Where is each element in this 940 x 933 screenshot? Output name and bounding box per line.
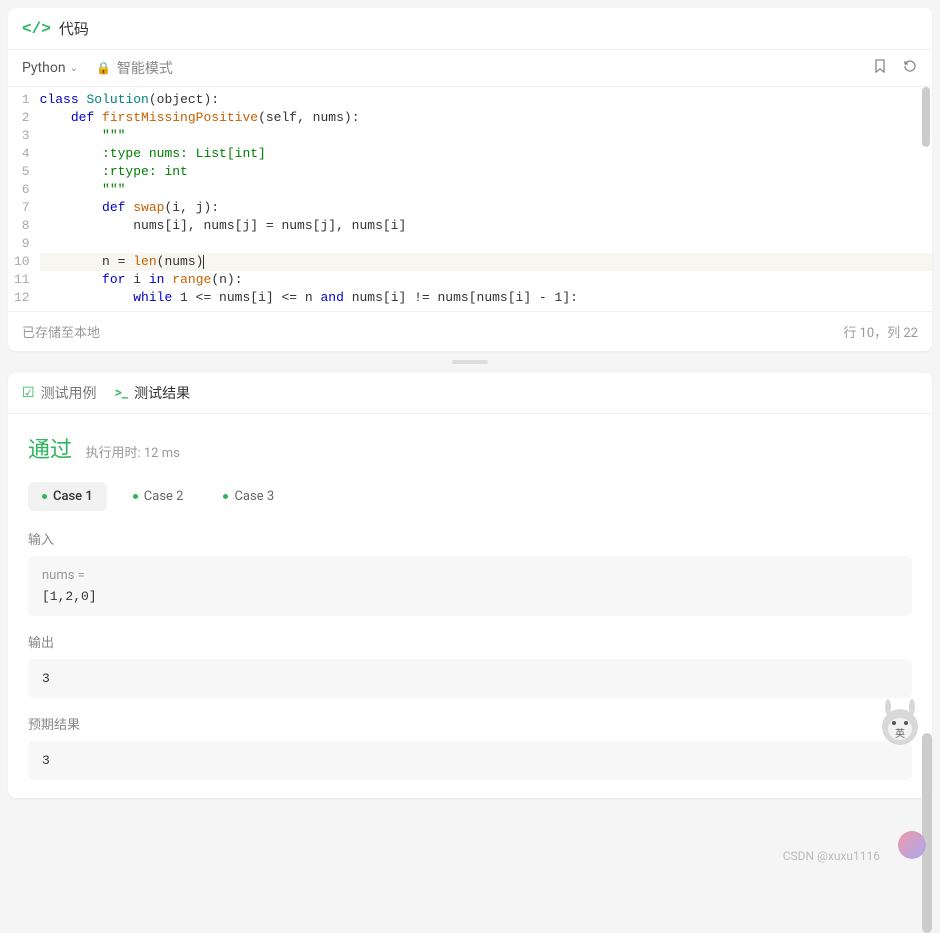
lock-icon: 🔒	[96, 61, 111, 75]
expected-box: 3	[28, 741, 912, 780]
output-value: 3	[42, 671, 898, 686]
code-icon: </>	[22, 20, 51, 38]
case-1-button[interactable]: Case 1	[28, 482, 107, 511]
language-label: Python	[22, 60, 66, 76]
results-panel: ☑ 测试用例 >_ 测试结果 通过 执行用时: 12 ms Case 1 Cas…	[8, 373, 932, 798]
tab-testcase[interactable]: ☑ 测试用例	[22, 383, 97, 403]
reset-button[interactable]	[902, 58, 918, 78]
expected-label: 预期结果	[28, 714, 912, 733]
input-label: 输入	[28, 529, 912, 548]
undo-icon	[902, 58, 918, 74]
input-var: nums =	[42, 568, 898, 583]
cursor	[203, 255, 204, 269]
editor-scrollbar[interactable]	[922, 87, 930, 147]
mode-label: 智能模式	[117, 58, 173, 78]
results-scrollbar[interactable]	[922, 733, 932, 933]
results-body: 通过 执行用时: 12 ms Case 1 Case 2 Case 3 输入 n…	[8, 414, 932, 798]
output-box: 3	[28, 659, 912, 698]
code-panel: </> 代码 Python ⌄ 🔒 智能模式 1 2 3 4 5 6 7 8	[8, 8, 932, 351]
case-3-button[interactable]: Case 3	[209, 482, 288, 511]
pass-status: 通过	[28, 438, 72, 463]
mode-indicator: 🔒 智能模式	[96, 58, 173, 78]
assistant-icon[interactable]	[898, 831, 926, 859]
toolbar: Python ⌄ 🔒 智能模式	[8, 50, 932, 87]
case-tabs: Case 1 Case 2 Case 3	[28, 482, 912, 511]
chevron-down-icon: ⌄	[70, 63, 78, 74]
expected-value: 3	[42, 753, 898, 768]
input-box: nums = [1,2,0]	[28, 556, 912, 616]
language-selector[interactable]: Python ⌄	[22, 60, 78, 76]
pass-dot-icon	[42, 494, 47, 499]
save-status: 已存储至本地	[22, 322, 100, 341]
bookmark-button[interactable]	[872, 58, 888, 78]
runtime: 执行用时: 12 ms	[86, 446, 180, 461]
editor-footer: 已存储至本地 行 10，列 22	[8, 311, 932, 351]
input-value: [1,2,0]	[42, 589, 898, 604]
bookmark-icon	[872, 58, 888, 74]
resize-handle[interactable]	[0, 359, 940, 365]
header-title: 代码	[59, 18, 89, 39]
code-area[interactable]: class Solution(object): def firstMissing…	[40, 87, 932, 311]
result-tabs: ☑ 测试用例 >_ 测试结果	[8, 373, 932, 414]
checkbox-icon: ☑	[22, 385, 35, 401]
tab-result[interactable]: >_ 测试结果	[115, 383, 191, 403]
output-label: 输出	[28, 632, 912, 651]
case-2-button[interactable]: Case 2	[119, 482, 198, 511]
terminal-icon: >_	[115, 385, 129, 401]
code-editor[interactable]: 1 2 3 4 5 6 7 8 9 10 11 12 class Solutio…	[8, 87, 932, 311]
pass-dot-icon	[133, 494, 138, 499]
pass-dot-icon	[223, 494, 228, 499]
cursor-position: 行 10，列 22	[843, 322, 918, 341]
watermark: CSDN @xuxu1116	[783, 849, 880, 863]
code-header: </> 代码	[8, 8, 932, 50]
line-gutter: 1 2 3 4 5 6 7 8 9 10 11 12	[8, 87, 40, 311]
